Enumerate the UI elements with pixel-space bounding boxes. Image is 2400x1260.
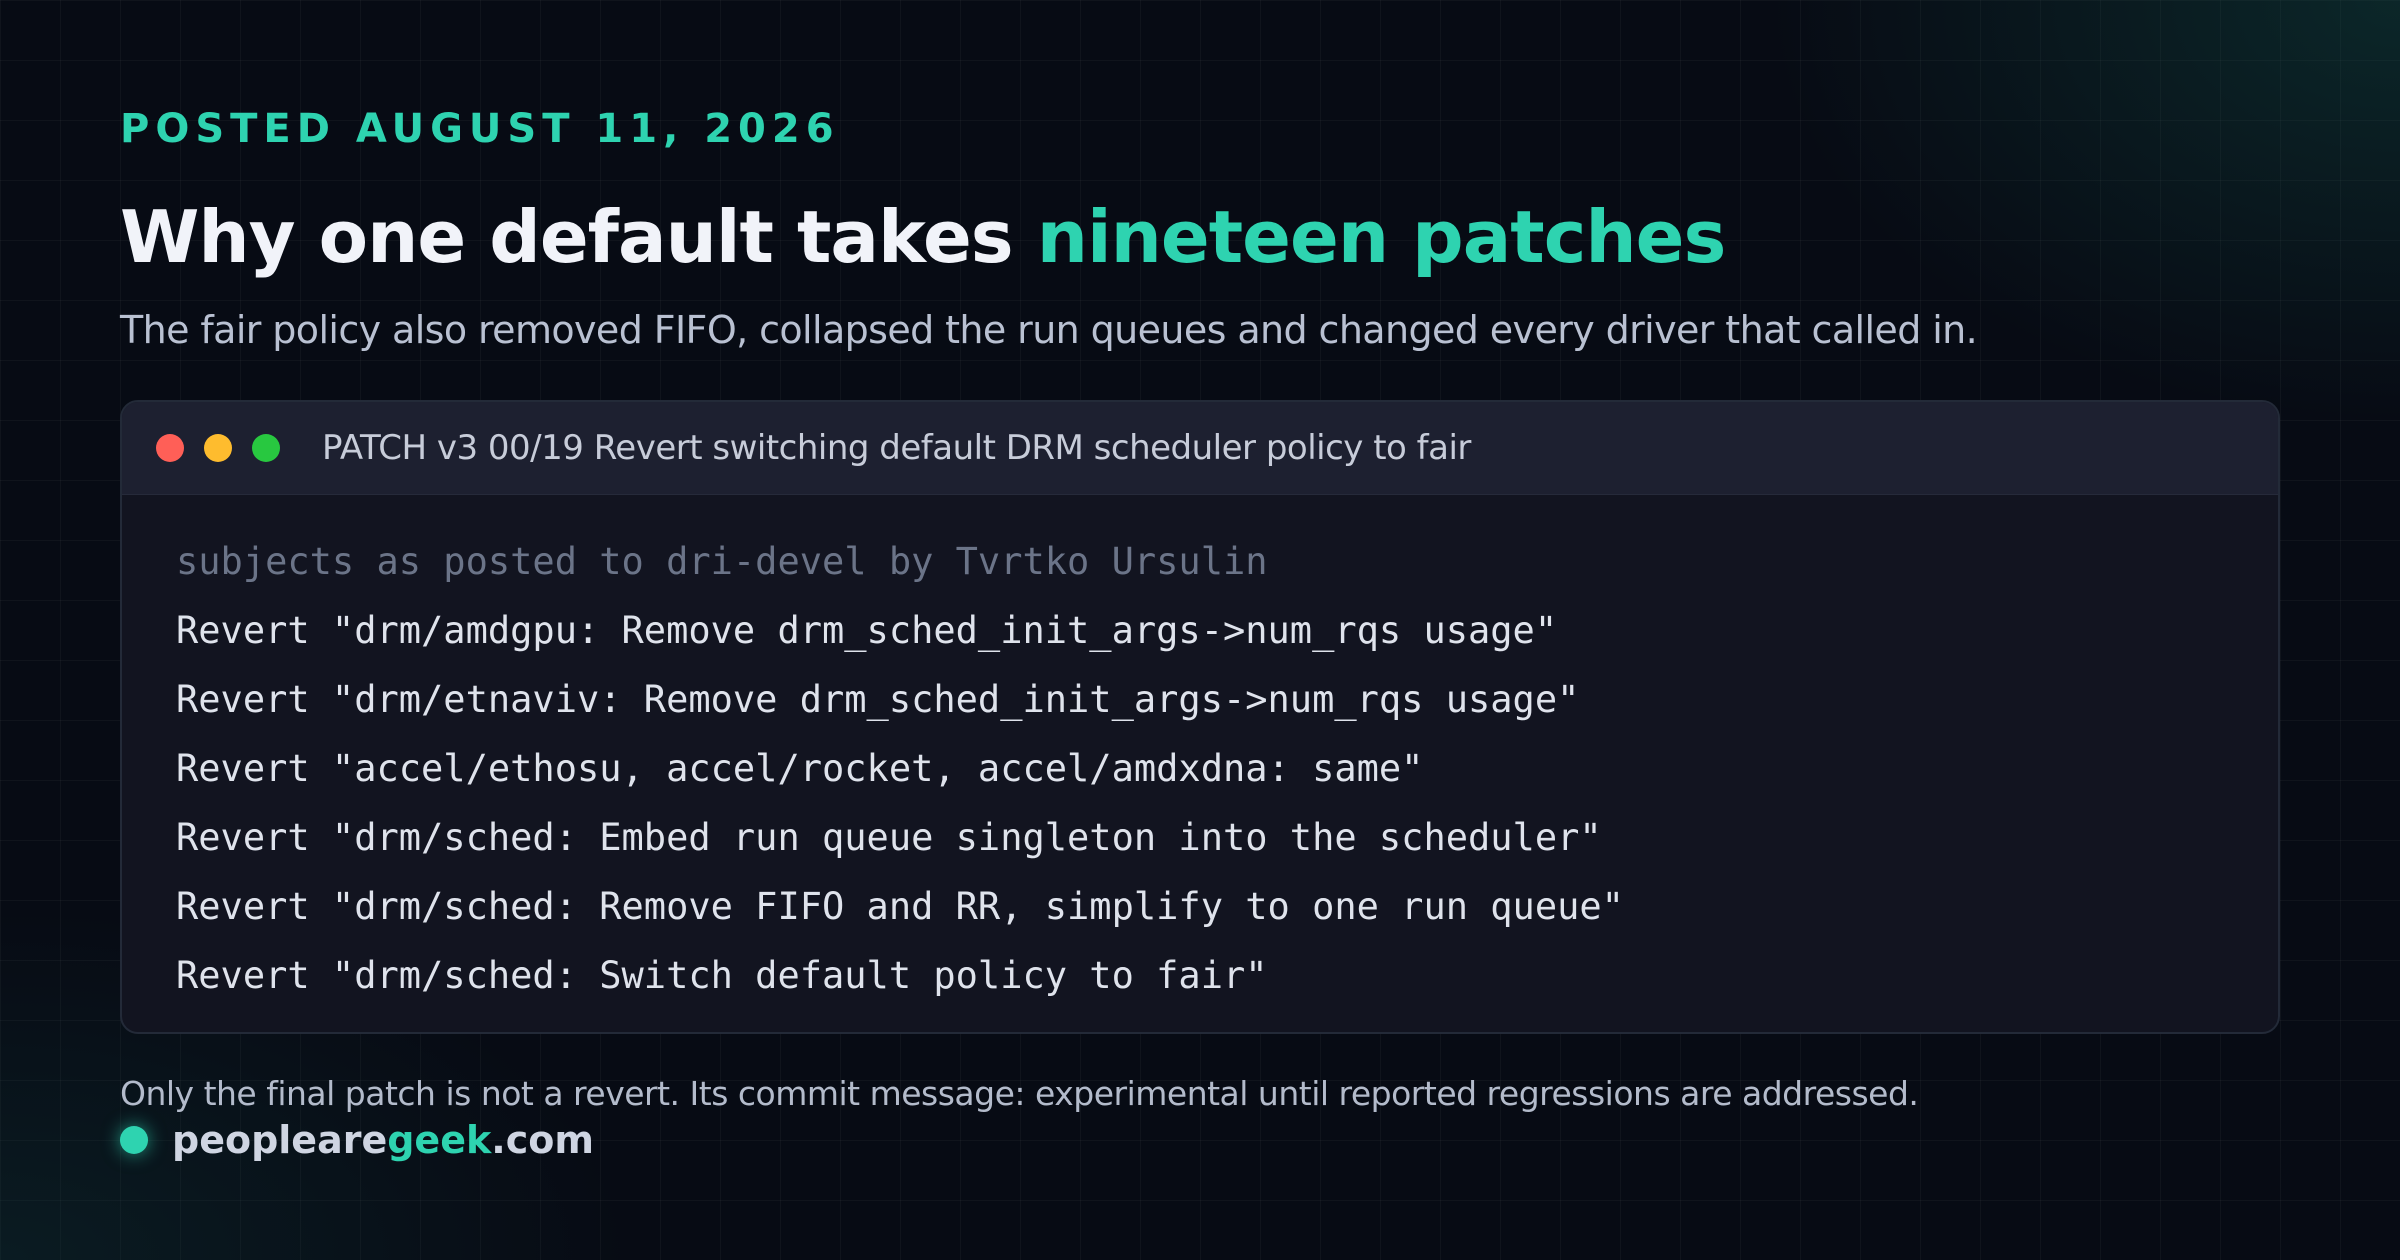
revert-line: Revert "drm/amdgpu: Remove drm_sched_ini… — [176, 609, 1558, 652]
page-subtitle: The fair policy also removed FIFO, colla… — [120, 308, 1978, 352]
maximize-dot-icon — [252, 434, 280, 462]
terminal-window: PATCH v3 00/19 Revert switching default … — [120, 400, 2280, 1034]
revert-line: Revert "drm/sched: Switch default policy… — [176, 954, 1268, 997]
close-dot-icon — [156, 434, 184, 462]
brand-dot-icon — [120, 1126, 148, 1154]
brand-link[interactable]: peoplearegeek.com — [120, 1118, 594, 1162]
revert-line: Revert "drm/sched: Embed run queue singl… — [176, 816, 1602, 859]
title-main: Why one default takes — [120, 195, 1037, 279]
revert-line: Revert "drm/sched: Remove FIFO and RR, s… — [176, 885, 1624, 928]
page-title: Why one default takes nineteen patches — [120, 195, 1727, 279]
terminal-comment: subjects as posted to dri-devel by Tvrtk… — [176, 540, 1268, 583]
brand-accent: geek — [387, 1118, 492, 1162]
footnote: Only the final patch is not a revert. It… — [120, 1074, 1919, 1113]
brand-part1: peopleare — [172, 1118, 388, 1162]
terminal-title: PATCH v3 00/19 Revert switching default … — [322, 428, 1471, 468]
terminal-title-bar: PATCH v3 00/19 Revert switching default … — [122, 402, 2278, 495]
title-accent: nineteen patches — [1036, 195, 1727, 279]
brand-name: peoplearegeek.com — [172, 1118, 594, 1162]
terminal-body: subjects as posted to dri-devel by Tvrtk… — [122, 495, 2278, 1010]
minimize-dot-icon — [204, 434, 232, 462]
post-date: POSTED AUGUST 11, 2026 — [120, 106, 840, 152]
brand-part2: .com — [491, 1118, 594, 1162]
revert-line: Revert "accel/ethosu, accel/rocket, acce… — [176, 747, 1424, 790]
revert-line: Revert "drm/etnaviv: Remove drm_sched_in… — [176, 678, 1580, 721]
